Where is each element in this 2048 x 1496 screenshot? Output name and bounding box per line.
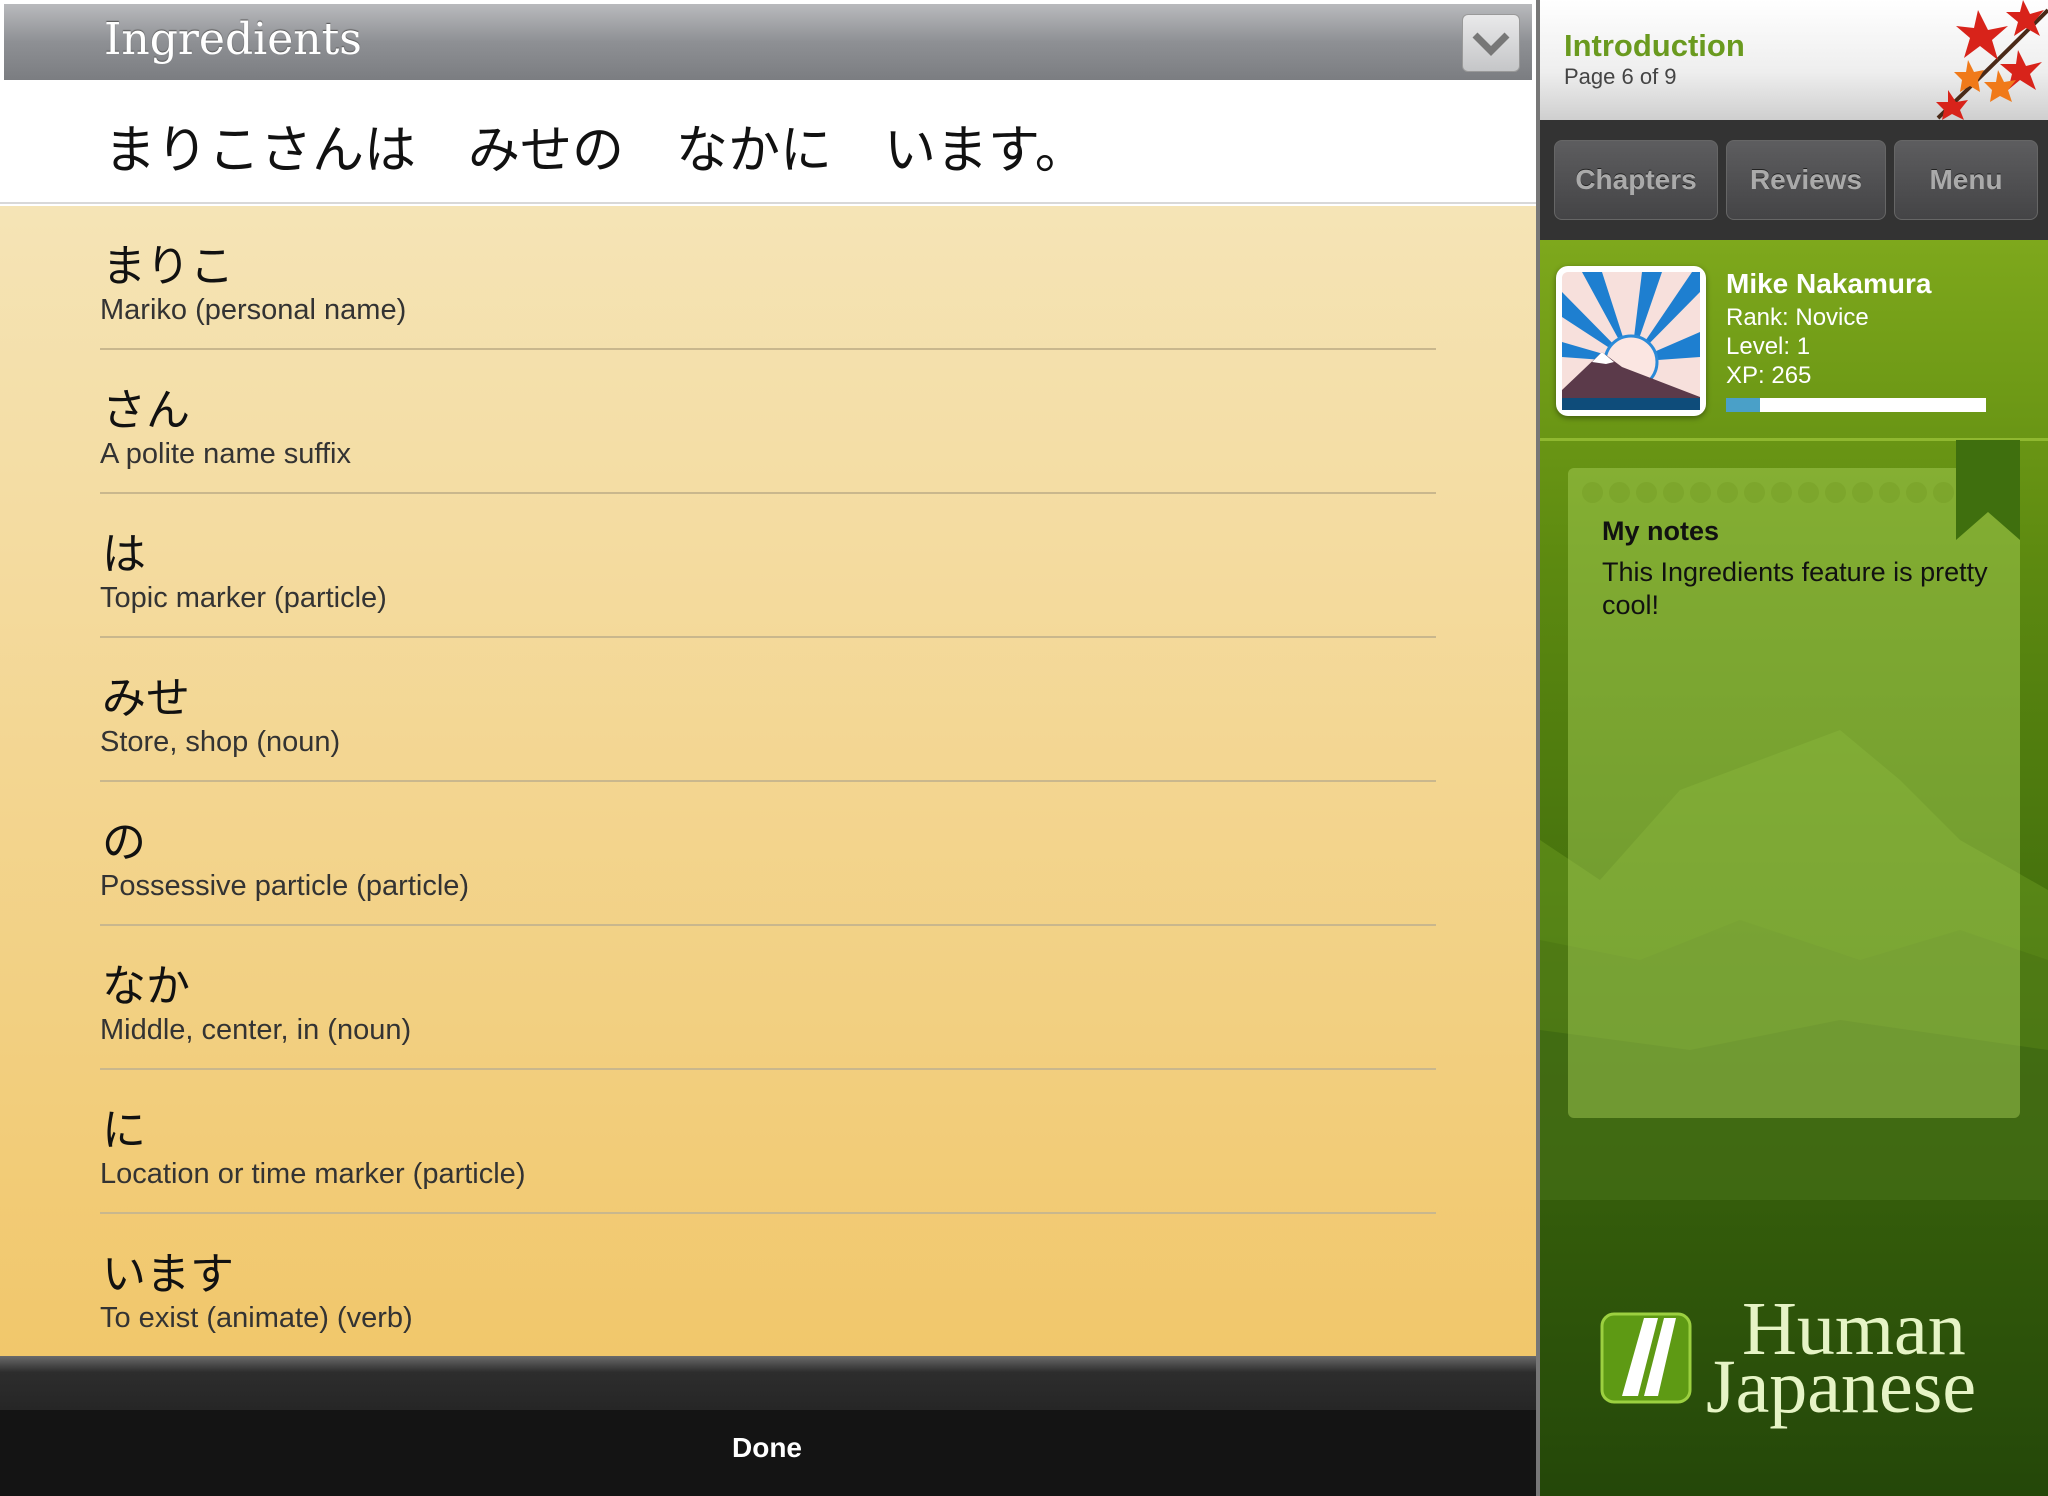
ingredient-japanese: さん <box>102 385 190 436</box>
maple-leaves-decoration <box>1936 0 2048 120</box>
ingredient-meaning: Middle, center, in (noun) <box>100 1014 412 1046</box>
ingredient-meaning: Location or time marker (particle) <box>100 1158 526 1190</box>
ingredient-japanese: みせ <box>102 673 190 724</box>
page-indicator: Page 6 of 9 <box>1564 64 1677 89</box>
xp-progress-bar <box>1726 398 1986 412</box>
ingredient-item[interactable]: みせ Store, shop (noun) <box>100 638 1436 782</box>
ingredient-meaning: Possessive particle (particle) <box>100 870 470 902</box>
notes-text[interactable]: This Ingredients feature is pretty cool! <box>1602 556 2002 622</box>
notes-heading: My notes <box>1602 516 1720 546</box>
done-button[interactable]: Done <box>700 1432 834 1472</box>
avatar[interactable] <box>1556 266 1706 416</box>
ingredient-item[interactable]: の Possessive particle (particle) <box>100 782 1436 926</box>
bamboo-logo-icon <box>1600 1312 1692 1404</box>
chapters-button[interactable]: Chapters <box>1554 140 1718 220</box>
ingredients-panel: Ingredients まりこさんは みせの なかに います。 まりこ Marik… <box>0 0 1536 1496</box>
ingredients-header: Ingredients <box>4 4 1532 80</box>
ingredient-meaning: A polite name suffix <box>100 438 351 470</box>
user-rank: Rank: Novice <box>1726 304 1869 331</box>
logo-line2: Japanese <box>1706 1345 1977 1429</box>
menu-button[interactable]: Menu <box>1894 140 2038 220</box>
ingredients-title: Ingredients <box>104 14 362 65</box>
bookmark-ribbon-icon <box>1956 440 2020 540</box>
ingredient-item[interactable]: さん A polite name suffix <box>100 350 1436 494</box>
ingredient-meaning: Topic marker (particle) <box>100 582 387 614</box>
ingredient-item[interactable]: なか Middle, center, in (noun) <box>100 926 1436 1070</box>
bottom-bar: Done <box>0 1410 1536 1496</box>
ingredient-item[interactable]: に Location or time marker (particle) <box>100 1070 1436 1214</box>
ingredient-japanese: の <box>102 817 146 868</box>
ingredient-japanese: なか <box>102 961 190 1012</box>
ingredients-list[interactable]: まりこ Mariko (personal name) さん A polite name… <box>0 206 1536 1356</box>
ingredient-item[interactable]: は Topic marker (particle) <box>100 494 1436 638</box>
ingredient-japanese: は <box>102 529 146 580</box>
mount-fuji-avatar-image <box>1562 272 1700 410</box>
chapter-header: Introduction Page 6 of 9 <box>1540 0 2048 120</box>
xp-progress-fill <box>1726 398 1760 412</box>
chapter-title: Introduction <box>1564 28 1745 63</box>
nav-bar: Chapters Reviews Menu <box>1540 120 2048 240</box>
ingredient-japanese: まりこ <box>102 241 234 292</box>
collapse-button[interactable] <box>1462 14 1520 72</box>
ingredient-meaning: To exist (animate) (verb) <box>100 1302 413 1334</box>
ingredient-japanese: に <box>102 1105 146 1156</box>
sidebar: Introduction Page 6 of 9 Chapters Review… <box>1536 0 2048 1496</box>
user-level: Level: 1 <box>1726 333 1811 360</box>
ingredient-meaning: Mariko (personal name) <box>100 294 407 326</box>
toolbar-divider <box>0 1356 1536 1410</box>
ingredient-meaning: Store, shop (noun) <box>100 726 341 758</box>
user-xp: XP: 265 <box>1726 362 1812 389</box>
ingredient-item[interactable]: います To exist (animate) (verb) <box>100 1214 1436 1358</box>
ingredient-item[interactable]: まりこ Mariko (personal name) <box>100 206 1436 350</box>
user-name: Mike Nakamura <box>1726 268 1932 299</box>
notebook-rings <box>1582 482 1981 503</box>
sentence-area: まりこさんは みせの なかに います。 <box>0 80 1536 204</box>
chevron-down-icon <box>1472 32 1510 56</box>
reviews-button[interactable]: Reviews <box>1726 140 1886 220</box>
human-japanese-logo: Human Japanese <box>1600 1291 1977 1429</box>
sentence-text: まりこさんは みせの なかに います。 <box>104 121 1087 181</box>
notes-panel[interactable]: My notes This Ingredients feature is pre… <box>1568 440 2020 1118</box>
ingredient-japanese: います <box>102 1249 234 1300</box>
